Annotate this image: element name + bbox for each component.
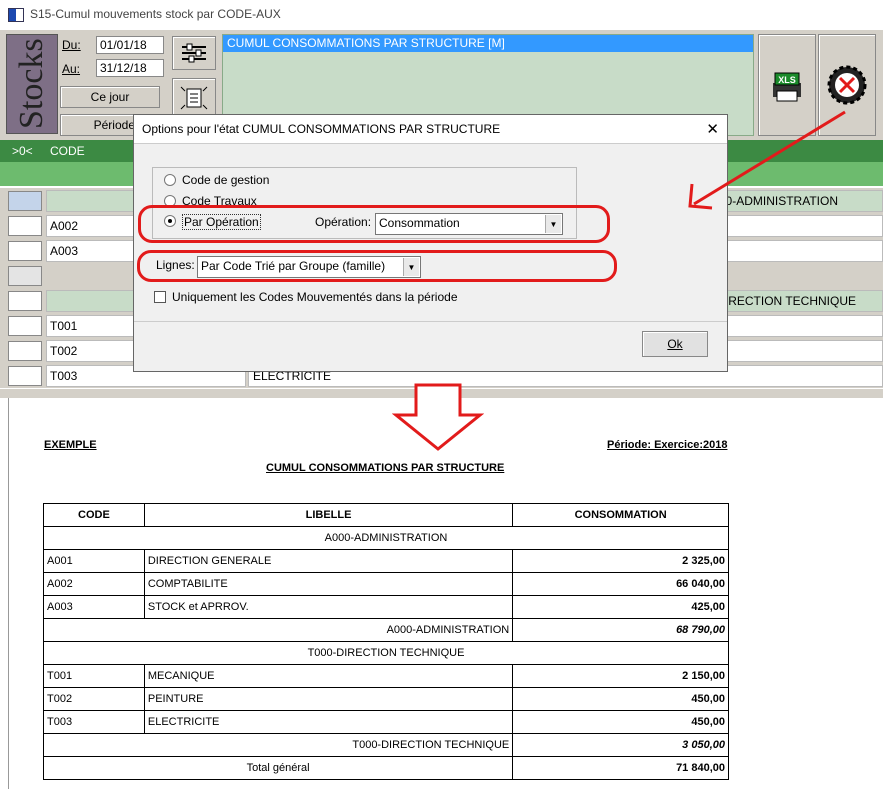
report-row: T003 ELECTRICITE 450,00 [43, 710, 729, 734]
cell-libelle: DIRECTION GENERALE [143, 549, 514, 573]
options-dialog: Options pour l'état CUMUL CONSOMMATIONS … [133, 114, 728, 372]
col-code-header: CODE [43, 503, 145, 527]
cell-code: A003 [43, 595, 145, 619]
dialog-title: Options pour l'état CUMUL CONSOMMATIONS … [134, 115, 727, 143]
row-selector[interactable] [8, 341, 42, 361]
cell-libelle: ELECTRICITE [143, 710, 514, 734]
grand-total-label: Total général [42, 756, 514, 780]
report-row: A002 COMPTABILITE 66 040,00 [43, 572, 729, 596]
print-preview-button[interactable] [172, 78, 216, 118]
du-label: Du: [62, 38, 81, 52]
annotation-arrow-icon [688, 110, 846, 210]
annotation-oval-lignes [137, 250, 617, 282]
radio-code-gestion-label[interactable]: Code de gestion [182, 173, 269, 187]
row-selector[interactable] [8, 316, 42, 336]
au-label: Au: [62, 62, 81, 76]
cell-code: T001 [43, 664, 145, 688]
row-selector[interactable] [8, 241, 42, 261]
subtotal-value: 3 050,00 [512, 733, 729, 757]
uniquement-checkbox[interactable] [154, 291, 166, 303]
cell-libelle: COMPTABILITE [143, 572, 514, 596]
periode-button[interactable]: Période [60, 114, 140, 136]
cell-code: T003 [43, 710, 145, 734]
stocks-logo[interactable]: Stocks [6, 34, 58, 134]
group-title: T000-DIRECTION TECHNIQUE [43, 641, 729, 665]
cell-libelle: PEINTURE [143, 687, 514, 711]
report-group-row: A000-ADMINISTRATION [43, 526, 729, 550]
row-selector[interactable] [8, 366, 42, 386]
cell-code: A001 [43, 549, 145, 573]
app-icon [8, 8, 24, 22]
report-group-row: T000-DIRECTION TECHNIQUE [43, 641, 729, 665]
report-row: T002 PEINTURE 450,00 [43, 687, 729, 711]
xls-label: XLS [778, 75, 796, 85]
ok-button[interactable]: Ok [642, 331, 708, 357]
selected-state-item[interactable]: CUMUL CONSOMMATIONS PAR STRUCTURE [M] [223, 35, 753, 52]
sliders-icon [182, 43, 206, 63]
footer-divider [134, 321, 727, 322]
au-date-input[interactable]: 31/12/18 [96, 59, 164, 77]
title-divider [134, 143, 727, 144]
report-exemple: EXEMPLE [44, 439, 97, 451]
report-row: A003 STOCK et APRROV. 425,00 [43, 595, 729, 619]
cell-value: 450,00 [512, 687, 729, 711]
collapse-toggle[interactable]: >0< [12, 144, 33, 158]
cell-code: T002 [43, 687, 145, 711]
down-arrow-icon [392, 383, 484, 451]
printer-icon [180, 86, 208, 110]
row-selector[interactable] [8, 191, 42, 211]
report-header-row: CODE LIBELLE CONSOMMATION [43, 503, 729, 527]
cell-libelle: STOCK et APRROV. [143, 595, 514, 619]
report-periode: Période: Exercice:2018 [607, 439, 728, 451]
radio-code-gestion[interactable] [164, 174, 176, 186]
col-libelle-header: LIBELLE [143, 503, 514, 527]
uniquement-checkbox-label[interactable]: Uniquement les Codes Mouvementés dans la… [172, 290, 458, 304]
subtotal-label: A000-ADMINISTRATION [42, 618, 514, 642]
subtotal-value: 68 790,00 [512, 618, 729, 642]
annotation-oval-operation [138, 205, 610, 243]
code-column-header[interactable]: CODE [50, 144, 85, 158]
report-title: CUMUL CONSOMMATIONS PAR STRUCTURE [266, 462, 505, 474]
report-table: CODE LIBELLE CONSOMMATION A000-ADMINISTR… [42, 503, 729, 780]
settings-sliders-button[interactable] [172, 36, 216, 70]
grand-total-value: 71 840,00 [512, 756, 729, 780]
cell-value: 66 040,00 [512, 572, 729, 596]
subtotal-label: T000-DIRECTION TECHNIQUE [42, 733, 514, 757]
report-grandtotal-row: Total général 71 840,00 [42, 756, 729, 780]
cell-value: 2 150,00 [512, 664, 729, 688]
window-title: S15-Cumul mouvements stock par CODE-AUX [30, 7, 281, 21]
report-subtotal-row: A000-ADMINISTRATION 68 790,00 [42, 618, 729, 642]
row-selector[interactable] [8, 216, 42, 236]
du-date-input[interactable]: 01/01/18 [96, 36, 164, 54]
group-title: A000-ADMINISTRATION [43, 526, 729, 550]
report-row: A001 DIRECTION GENERALE 2 325,00 [43, 549, 729, 573]
cell-value: 450,00 [512, 710, 729, 734]
cell-value: 2 325,00 [512, 549, 729, 573]
cell-code: A002 [43, 572, 145, 596]
ce-jour-button[interactable]: Ce jour [60, 86, 160, 108]
row-selector[interactable] [8, 266, 42, 286]
title-bar: S15-Cumul mouvements stock par CODE-AUX [0, 0, 883, 30]
row-selector[interactable] [8, 291, 42, 311]
cell-value: 425,00 [512, 595, 729, 619]
xls-printer-icon: XLS [773, 72, 801, 102]
col-consommation-header: CONSOMMATION [512, 503, 729, 527]
report-row: T001 MECANIQUE 2 150,00 [43, 664, 729, 688]
report-subtotal-row: T000-DIRECTION TECHNIQUE 3 050,00 [42, 733, 729, 757]
cell-libelle: MECANIQUE [143, 664, 514, 688]
